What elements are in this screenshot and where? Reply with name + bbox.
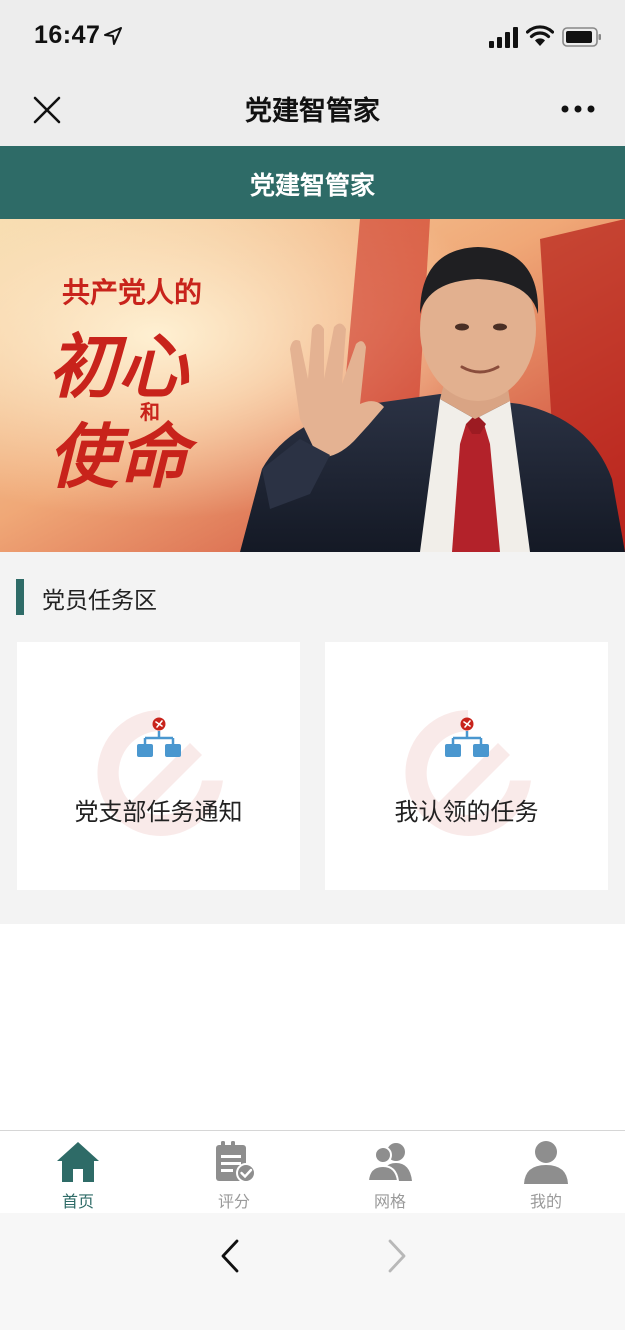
- user-icon: [524, 1141, 568, 1184]
- task-section: 党员任务区 党支部任务通知 我认领的任务: [0, 552, 625, 924]
- app-header: 党建智管家: [0, 146, 625, 219]
- users-icon: [366, 1143, 412, 1182]
- banner-subtitle: 共产党人的: [62, 276, 202, 309]
- tab-label: 网格: [373, 1192, 406, 1211]
- signal-icon: [489, 27, 518, 48]
- task-card-my-claimed[interactable]: 我认领的任务: [325, 642, 608, 890]
- task-card-label: 党支部任务通知: [74, 798, 243, 826]
- tab-score[interactable]: 评分: [156, 1131, 312, 1214]
- app-title: 党建智管家: [249, 171, 375, 200]
- forward-icon[interactable]: [382, 1237, 412, 1275]
- wechat-nav-bar: 党建智管家: [0, 75, 625, 146]
- section-accent-bar: [16, 579, 24, 615]
- tab-mine[interactable]: 我的: [468, 1131, 624, 1214]
- nav-title: 党建智管家: [245, 96, 380, 127]
- tab-label: 评分: [217, 1192, 250, 1211]
- org-chart-icon: [445, 717, 489, 757]
- tab-home[interactable]: 首页: [0, 1131, 156, 1214]
- location-arrow-icon: [104, 27, 122, 45]
- banner-heading-1: 初心: [48, 325, 190, 408]
- bottom-tab-bar: 首页 评分 网格 我的: [0, 1130, 625, 1214]
- wifi-icon: [526, 25, 554, 46]
- tab-label: 我的: [529, 1192, 562, 1211]
- browser-toolbar: [0, 1213, 625, 1330]
- banner-image: 共产党人的 初心 和 使命: [0, 219, 625, 552]
- home-icon: [57, 1142, 99, 1182]
- task-card-branch-notice[interactable]: 党支部任务通知: [17, 642, 300, 890]
- tab-grid[interactable]: 网格: [312, 1131, 468, 1214]
- hero-banner[interactable]: 共产党人的 初心 和 使命: [0, 219, 625, 552]
- battery-icon: [562, 27, 601, 47]
- section-title: 党员任务区: [42, 588, 157, 614]
- more-icon[interactable]: [560, 103, 596, 115]
- org-chart-icon: [137, 717, 181, 757]
- tab-label: 首页: [61, 1192, 94, 1211]
- back-icon[interactable]: [215, 1237, 245, 1275]
- banner-heading-2: 使命: [48, 415, 198, 498]
- clipboard-check-icon: [216, 1141, 256, 1183]
- status-time: 16:47: [34, 21, 101, 49]
- task-card-label: 我认领的任务: [394, 798, 539, 826]
- status-bar: 16:47: [0, 0, 625, 75]
